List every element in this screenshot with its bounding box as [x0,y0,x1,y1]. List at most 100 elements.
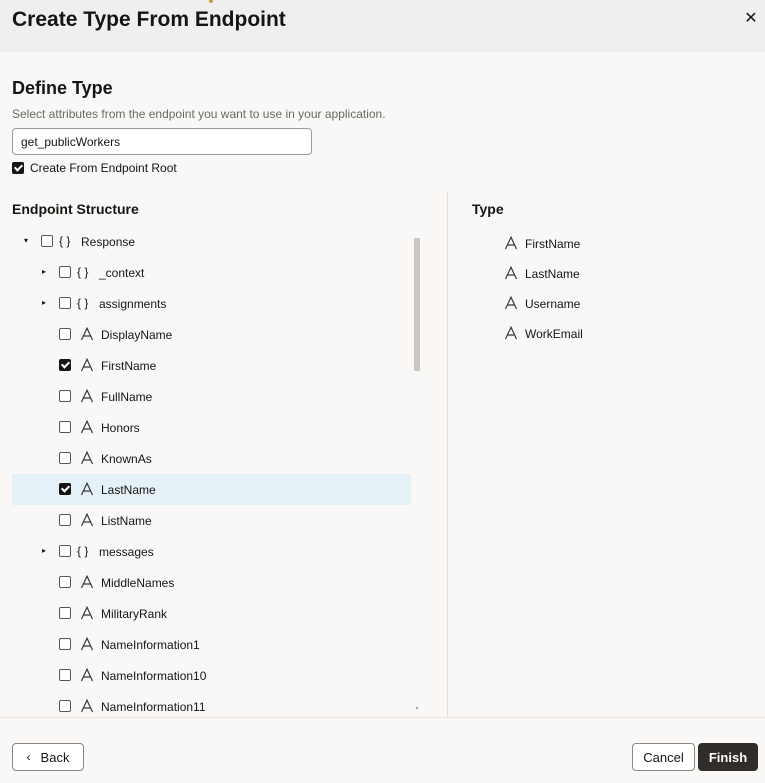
dialog-title: Create Type From Endpoint [12,8,286,31]
type-heading: Type [472,201,504,217]
tree-row[interactable]: Honors [12,412,411,443]
attribute-icon [80,388,94,403]
attribute-icon [80,326,94,341]
scroll-down-arrow-icon[interactable]: ▾ [414,706,420,712]
tree-row-checkbox[interactable] [59,359,71,371]
attribute-icon [504,325,518,340]
footer-divider [0,717,765,718]
tree-row-label: messages [99,545,154,559]
tree-row-label: MilitaryRank [101,607,168,621]
tree-row[interactable]: NameInformation10 [12,660,411,691]
create-from-root-option[interactable]: Create From Endpoint Root [12,161,177,175]
tree-row-label: MiddleNames [101,576,175,590]
tree-row-checkbox[interactable] [59,607,71,619]
tree-row-label: NameInformation10 [101,669,207,683]
object-braces-icon: { } [77,296,89,310]
object-braces-icon: { } [59,234,71,248]
type-attribute-item: LastName [504,258,704,288]
tree-row[interactable]: DisplayName [12,319,411,350]
tree-row-label: NameInformation11 [101,700,206,714]
object-braces-icon: { } [77,544,89,558]
attribute-icon [504,235,518,250]
tree-row[interactable]: FirstName [12,350,411,381]
tree-row[interactable]: MiddleNames [12,567,411,598]
type-attribute-item: WorkEmail [504,318,704,348]
collapse-caret-icon[interactable]: ▾ [21,236,31,246]
type-attribute-item: Username [504,288,704,318]
tree-row-checkbox[interactable] [59,266,71,278]
header-accent [209,0,213,3]
type-attribute-item: FirstName [504,228,704,258]
tree-row[interactable]: KnownAs [12,443,411,474]
tree-row[interactable]: LastName [12,474,411,505]
attribute-icon [80,698,94,713]
tree-row-label: ListName [101,514,152,528]
tree-row-checkbox[interactable] [59,390,71,402]
create-from-root-label: Create From Endpoint Root [30,161,177,175]
tree-row-label: LastName [101,483,156,497]
tree-row[interactable]: NameInformation11 [12,691,411,716]
panel-divider [447,191,448,717]
expand-caret-icon[interactable]: ▸ [39,298,49,308]
attribute-icon [80,667,94,682]
define-type-description: Select attributes from the endpoint you … [12,107,386,121]
tree-row[interactable]: ▸ { } assignments [12,288,411,319]
tree-row[interactable]: ▸ { } _context [12,257,411,288]
tree-row-checkbox[interactable] [59,297,71,309]
tree-row-label: Honors [101,421,140,435]
cancel-button[interactable]: Cancel [632,743,695,771]
attribute-icon [80,450,94,465]
attribute-icon [80,636,94,651]
create-from-root-checkbox[interactable] [12,162,24,174]
tree-row-label: DisplayName [101,328,173,342]
tree-row-checkbox[interactable] [59,452,71,464]
expand-caret-icon[interactable]: ▸ [39,546,49,556]
back-button[interactable]: ‹ Back [12,743,84,771]
finish-button[interactable]: Finish [698,743,758,771]
tree-row[interactable]: ListName [12,505,411,536]
attribute-icon [80,605,94,620]
attribute-icon [504,265,518,280]
tree-row-checkbox[interactable] [59,669,71,681]
type-attribute-label: Username [525,297,581,311]
tree-row[interactable]: NameInformation1 [12,629,411,660]
define-type-heading: Define Type [12,78,113,98]
tree-row-checkbox[interactable] [59,638,71,650]
tree-row-checkbox[interactable] [59,514,71,526]
attribute-icon [80,574,94,589]
tree-scroll-thumb[interactable] [414,238,420,371]
tree-row-checkbox[interactable] [59,545,71,557]
attribute-icon [80,512,94,527]
chevron-left-icon: ‹ [26,750,31,764]
attribute-icon [80,357,94,372]
tree-row-label: Response [81,235,136,249]
type-attribute-label: LastName [525,267,580,281]
tree-row-label: assignments [99,297,167,311]
tree-row-checkbox[interactable] [59,483,71,495]
expand-caret-icon[interactable]: ▸ [39,267,49,277]
tree-scrollbar[interactable]: ▾ [413,236,421,712]
tree-row[interactable]: ▾ { } Response [12,226,411,257]
tree-row-label: FullName [101,390,153,404]
type-name-input[interactable] [12,128,312,155]
tree-row[interactable]: FullName [12,381,411,412]
tree-row-checkbox[interactable] [59,421,71,433]
object-braces-icon: { } [77,265,89,279]
tree-row-label: KnownAs [101,452,152,466]
dialog-header: Create Type From Endpoint ✕ [0,0,765,52]
attribute-icon [80,481,94,496]
tree-row-checkbox[interactable] [59,328,71,340]
type-attribute-label: FirstName [525,237,581,251]
tree-row[interactable]: ▸ { } messages [12,536,411,567]
close-icon[interactable]: ✕ [741,9,761,29]
tree-row-checkbox[interactable] [41,235,53,247]
attribute-icon [80,419,94,434]
endpoint-structure-tree: ▾ { } Response ▸ { } _context ▸ { } assignments D… [12,226,412,716]
back-button-label: Back [40,749,70,765]
endpoint-structure-heading: Endpoint Structure [12,201,139,217]
tree-row-checkbox[interactable] [59,700,71,712]
tree-row[interactable]: MilitaryRank [12,598,411,629]
attribute-icon [504,295,518,310]
tree-row-label: NameInformation1 [101,638,200,652]
tree-row-checkbox[interactable] [59,576,71,588]
